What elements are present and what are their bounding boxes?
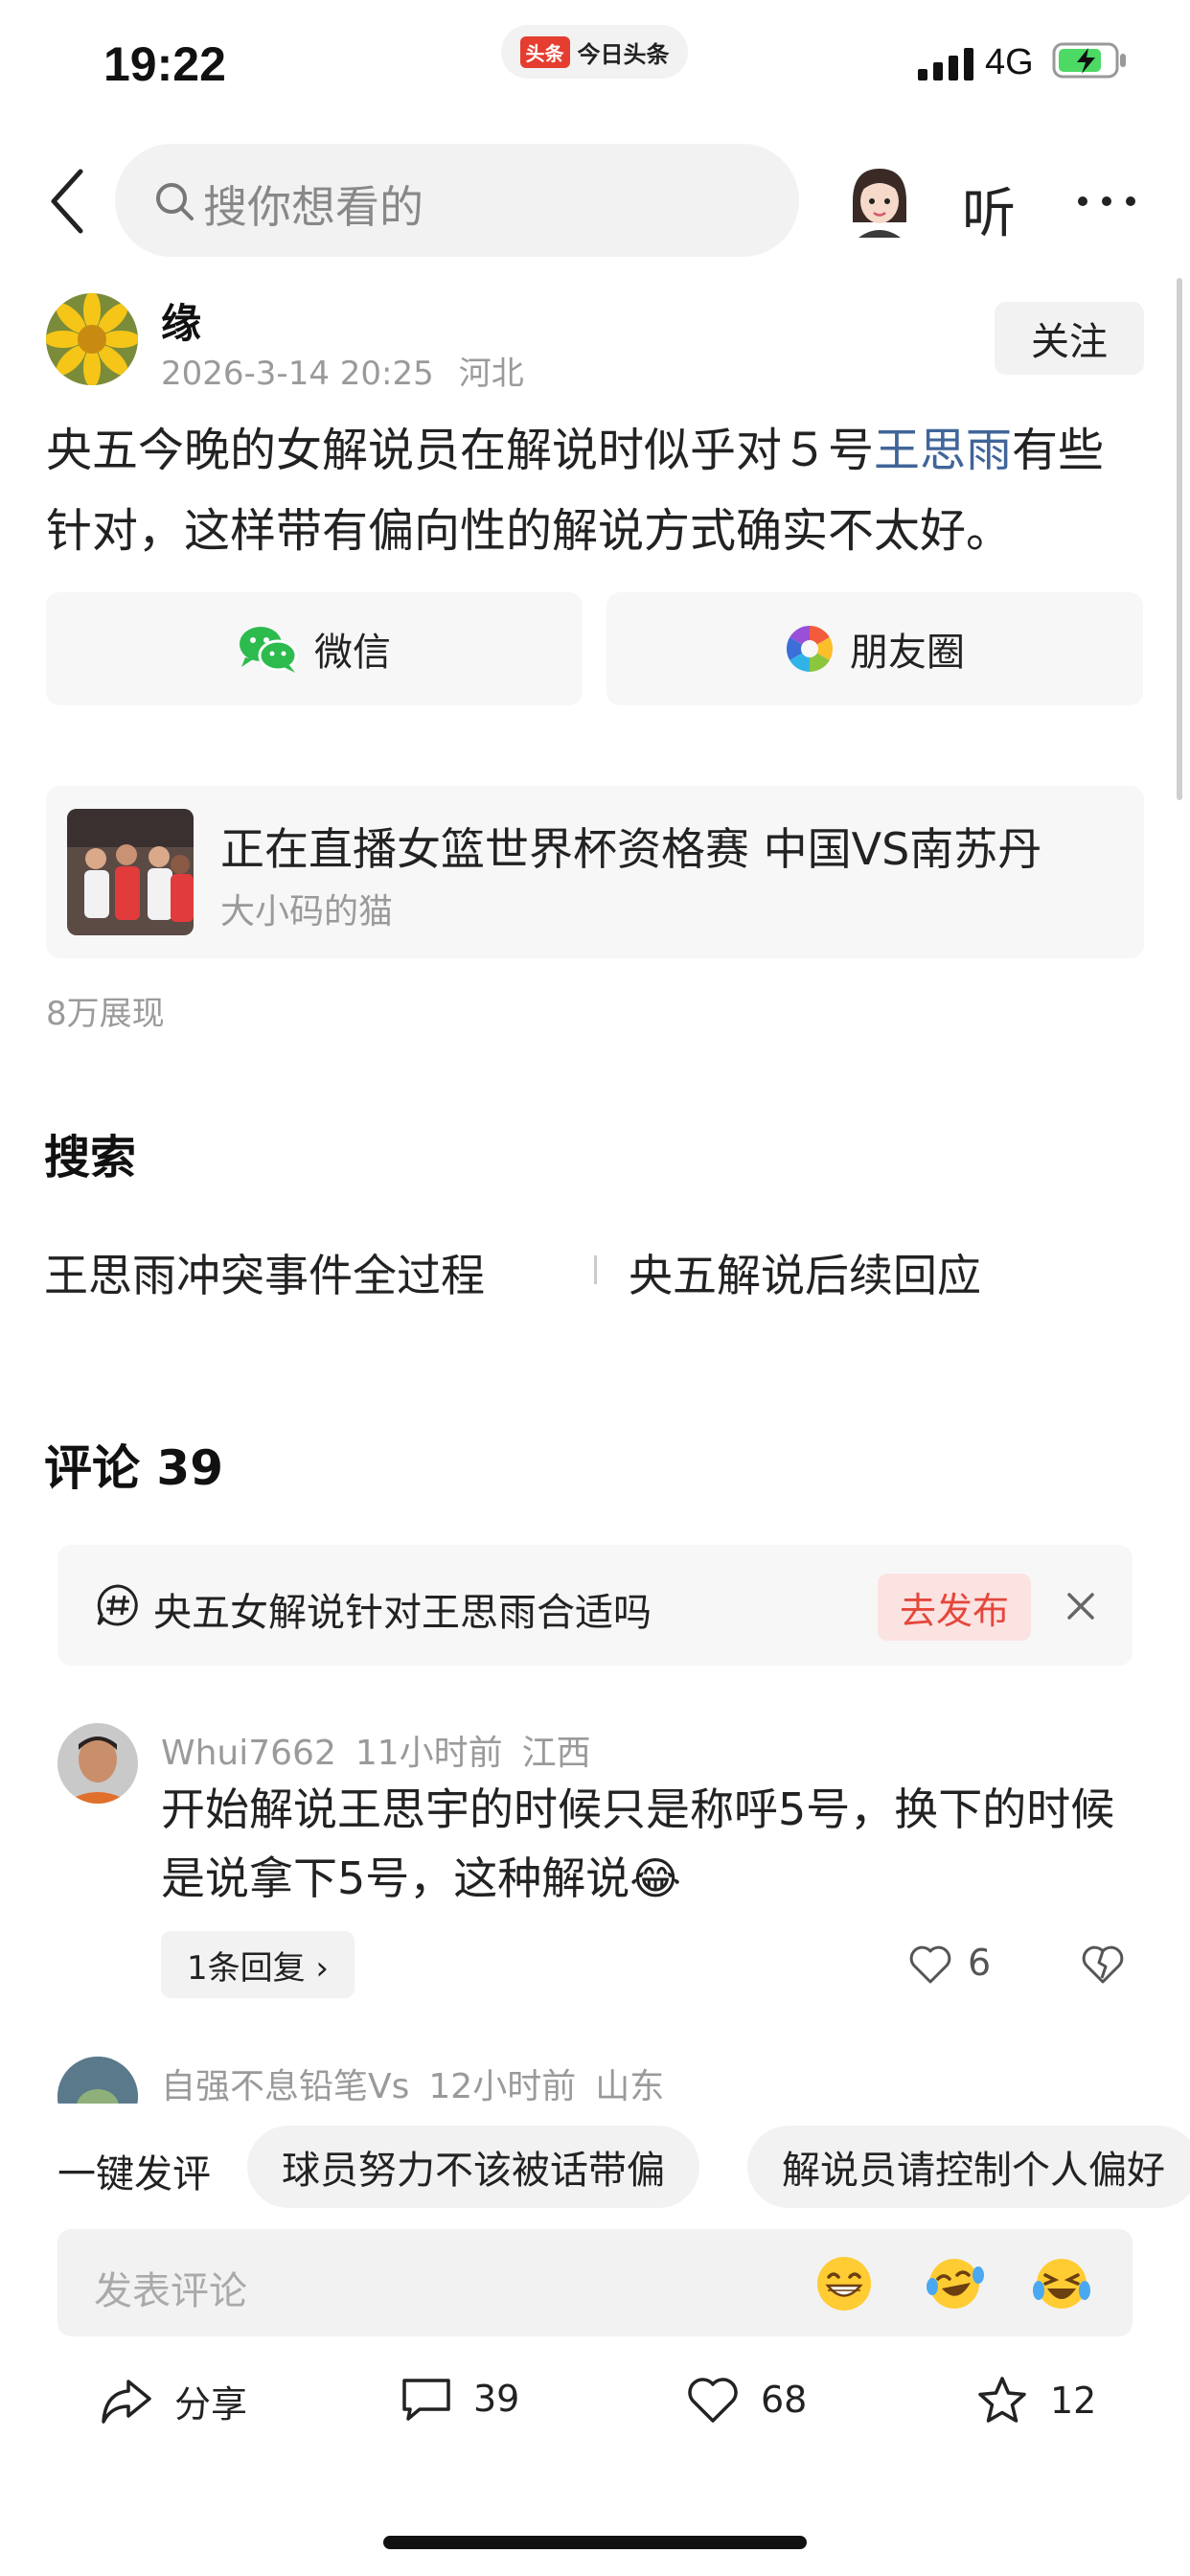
live-thumbnail — [67, 809, 194, 935]
post-text-highlight-link[interactable]: 王思雨 — [874, 424, 1012, 477]
author-avatar[interactable] — [46, 293, 138, 385]
publish-button[interactable]: 去发布 — [878, 1574, 1031, 1641]
view-count: 8万展现 — [46, 995, 165, 1033]
wechat-icon — [240, 627, 298, 673]
comment-user[interactable]: 自强不息铅笔Vs — [161, 2067, 409, 2106]
close-icon[interactable] — [1065, 1591, 1096, 1622]
comment-meta: Whui7662 11小时前 江西 — [161, 1725, 610, 1775]
comment-bubble-icon — [402, 2379, 450, 2421]
app-name: 今日头条 — [577, 40, 670, 68]
user-avatar-icon[interactable] — [845, 163, 914, 238]
search-icon — [156, 183, 194, 220]
broken-heart-icon[interactable] — [1081, 1944, 1125, 1986]
author-name[interactable]: 缘 — [161, 291, 201, 350]
back-arrow-icon[interactable] — [48, 168, 86, 235]
comment-text: 开始解说王思宇的时候只是称呼5号，换下的时候是说拿下5号，这种解说😂 — [161, 1783, 1115, 1904]
comment-user[interactable]: Whui7662 — [161, 1734, 336, 1773]
post-location: 河北 — [458, 355, 524, 393]
status-time: 19:22 — [103, 37, 226, 91]
comment-location: 山东 — [595, 2067, 665, 2106]
comment-like-count: 6 — [968, 1942, 992, 1984]
favorite-action[interactable]: 12 — [975, 2375, 1096, 2426]
hashtag-icon — [97, 1584, 138, 1626]
share-wechat-label: 微信 — [314, 631, 391, 675]
topic-text: 央五女解说针对王思雨合适吗 — [153, 1591, 652, 1635]
post-date: 2026-3-14 20:25 — [161, 355, 434, 393]
search-suggestion[interactable]: 央五解说后续回应 — [629, 1241, 981, 1304]
share-wechat-button[interactable]: 微信 — [46, 592, 583, 705]
comment-input-placeholder: 发表评论 — [94, 2269, 247, 2313]
quick-comment-chip[interactable]: 解说员请控制个人偏好 — [747, 2126, 1190, 2208]
laughing-emoji-icon[interactable] — [1032, 2254, 1091, 2313]
network-type: 4G — [985, 42, 1034, 82]
favorite-count: 12 — [1050, 2380, 1097, 2422]
app-pill: 头条 今日头条 — [501, 25, 688, 79]
more-icon[interactable] — [1075, 192, 1138, 211]
sunflower-image — [46, 293, 138, 385]
live-title: 正在直播女篮世界杯资格赛 中国VS南苏丹 — [220, 823, 1042, 875]
grin-emoji-icon[interactable] — [814, 2254, 874, 2313]
toutiao-badge: 头条 — [519, 35, 570, 68]
post-text-before: 央五今晚的女解说员在解说时似乎对５号 — [46, 424, 875, 477]
scrollbar[interactable] — [1177, 278, 1182, 800]
view-replies-button[interactable]: 1条回复 › — [161, 1931, 355, 1998]
heart-icon[interactable] — [908, 1944, 952, 1986]
share-arrow-icon — [102, 2379, 151, 2424]
home-indicator[interactable] — [383, 2536, 807, 2549]
search-suggestion[interactable]: 王思雨冲突事件全过程 — [44, 1241, 485, 1304]
tears-of-joy-emoji-icon[interactable] — [925, 2254, 984, 2313]
commenter-avatar[interactable] — [57, 1723, 138, 1804]
heart-icon — [688, 2378, 738, 2423]
share-label: 分享 — [174, 2383, 248, 2426]
star-icon — [978, 2377, 1026, 2423]
comment-time: 11小时前 — [355, 1734, 503, 1773]
post-meta: 2026-3-14 20:25 河北 — [161, 347, 549, 394]
share-action[interactable]: 分享 — [100, 2375, 247, 2427]
post-body: 央五今晚的女解说员在解说时似乎对５号王思雨有些针对，这样带有偏向性的解说方式确实… — [46, 410, 1148, 571]
comment-location: 江西 — [521, 1734, 591, 1773]
comment-meta: 自强不息铅笔Vs 12小时前 山东 — [161, 2058, 683, 2108]
topic-prompt-bar[interactable]: 央五女解说针对王思雨合适吗 去发布 — [57, 1545, 1133, 1666]
comment-input[interactable]: 发表评论 — [57, 2229, 1133, 2336]
comments-title: 评论 39 — [44, 1440, 223, 1496]
listen-button[interactable]: 听 — [962, 171, 1016, 248]
comment-count: 39 — [473, 2378, 520, 2420]
moments-icon — [786, 626, 834, 672]
cellular-signal-icon — [918, 48, 973, 80]
comment-action[interactable]: 39 — [400, 2375, 519, 2423]
quick-comment-label: 一键发评 — [57, 2152, 211, 2196]
share-moments-button[interactable]: 朋友圈 — [606, 592, 1143, 705]
share-moments-label: 朋友圈 — [850, 631, 965, 675]
live-author: 大小码的猫 — [220, 892, 394, 932]
follow-button[interactable]: 关注 — [995, 302, 1144, 375]
search-section-title: 搜索 — [44, 1131, 137, 1184]
quick-comment-chip[interactable]: 球员努力不该被话带偏 — [247, 2126, 699, 2208]
like-action[interactable]: 68 — [686, 2375, 807, 2425]
comment-time: 12小时前 — [428, 2067, 577, 2106]
like-count: 68 — [761, 2379, 808, 2421]
live-stream-card[interactable]: 正在直播女篮世界杯资格赛 中国VS南苏丹 大小码的猫 — [46, 786, 1144, 958]
search-placeholder: 搜你想看的 — [203, 181, 423, 233]
battery-charging-icon — [1052, 42, 1126, 79]
divider — [594, 1255, 597, 1284]
search-bar[interactable]: 搜你想看的 — [115, 144, 799, 257]
